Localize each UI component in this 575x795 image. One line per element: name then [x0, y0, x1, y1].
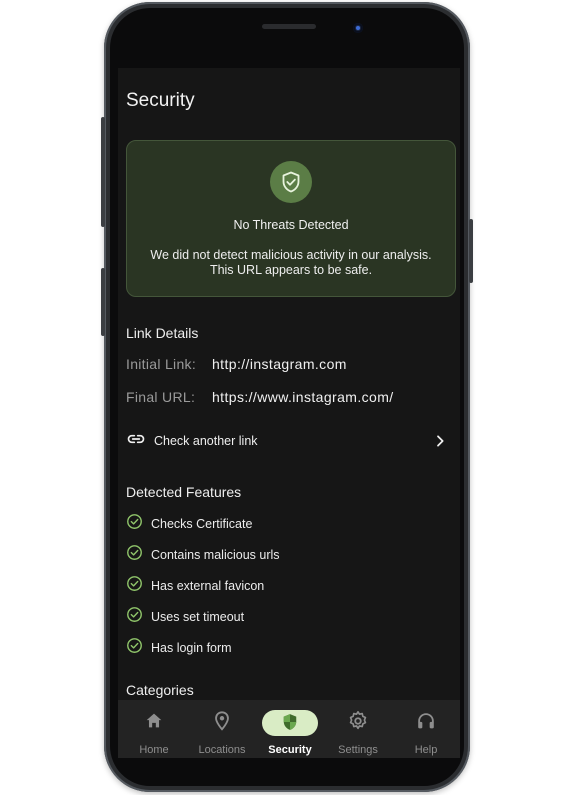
check-circle-icon — [126, 544, 143, 566]
feature-label: Checks Certificate — [151, 517, 253, 531]
status-message: We did not detect malicious activity in … — [150, 248, 432, 277]
link-icon — [126, 429, 146, 454]
shield-check-icon — [270, 161, 312, 203]
bixby-button — [101, 268, 105, 336]
feature-item: Contains malicious urls — [126, 544, 280, 566]
feature-item: Uses set timeout — [126, 606, 244, 628]
check-another-link-label: Check another link — [154, 434, 258, 448]
initial-link-label: Initial Link: — [126, 356, 197, 372]
final-url-value: https://www.instagram.com/ — [212, 389, 394, 405]
check-circle-icon — [126, 606, 143, 628]
feature-item: Has login form — [126, 637, 232, 659]
bottom-navigation: Home Locations Security Settings Help — [118, 700, 460, 758]
feature-label: Uses set timeout — [151, 610, 245, 624]
nav-settings[interactable]: Settings — [324, 700, 392, 758]
check-circle-icon — [126, 637, 143, 659]
volume-button — [101, 117, 105, 227]
final-url-label: Final URL: — [126, 389, 196, 405]
nav-settings-label: Settings — [338, 744, 378, 756]
earpiece-speaker — [262, 24, 316, 29]
gear-icon — [347, 710, 369, 732]
link-details-heading: Link Details — [126, 325, 199, 341]
home-icon — [143, 710, 165, 732]
nav-help[interactable]: Help — [392, 700, 460, 758]
phone-bezel: Security No Threats Detected We did not … — [110, 8, 464, 786]
chevron-right-icon — [432, 433, 448, 454]
feature-item: Has external favicon — [126, 575, 264, 597]
feature-item: Checks Certificate — [126, 513, 252, 535]
nav-help-label: Help — [414, 744, 438, 756]
nav-home-label: Home — [139, 744, 169, 756]
nav-locations[interactable]: Locations — [188, 700, 256, 758]
power-button — [469, 219, 473, 283]
detected-features-heading: Detected Features — [126, 484, 242, 500]
front-camera — [353, 23, 363, 33]
status-banner: No Threats Detected We did not detect ma… — [126, 140, 456, 297]
phone-frame: Security No Threats Detected We did not … — [101, 2, 473, 792]
feature-label: Has login form — [151, 641, 232, 655]
page-title: Security — [126, 90, 195, 111]
location-pin-icon — [211, 710, 233, 732]
shield-icon — [279, 712, 301, 734]
status-heading: No Threats Detected — [233, 218, 349, 232]
check-circle-icon — [126, 575, 143, 597]
nav-locations-label: Locations — [198, 744, 246, 756]
headset-icon — [415, 710, 437, 732]
check-another-link-button[interactable]: Check another link — [126, 426, 454, 456]
nav-security[interactable]: Security — [256, 700, 324, 758]
nav-home[interactable]: Home — [120, 700, 188, 758]
feature-label: Contains malicious urls — [151, 548, 280, 562]
categories-heading: Categories — [126, 682, 194, 698]
app-screen: Security No Threats Detected We did not … — [118, 68, 460, 758]
nav-security-label: Security — [268, 744, 312, 756]
initial-link-value: http://instagram.com — [212, 356, 347, 372]
feature-label: Has external favicon — [151, 579, 265, 593]
check-circle-icon — [126, 513, 143, 535]
